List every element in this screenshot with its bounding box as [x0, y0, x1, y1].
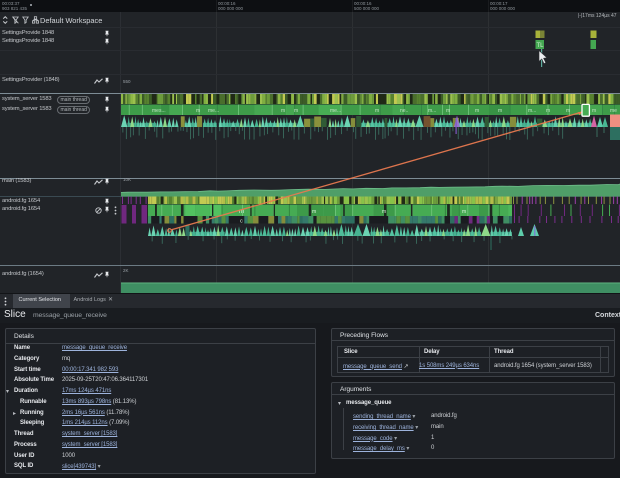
svg-text:m...: m... [528, 108, 536, 114]
svg-text:m: m [462, 209, 466, 215]
svg-text:m: m [546, 108, 550, 114]
svg-text:m: m [382, 209, 386, 215]
svg-text:m: m [475, 108, 479, 114]
svg-text:m: m [566, 108, 570, 114]
svg-text:me...: me... [208, 108, 219, 114]
svg-text:c: c [240, 219, 243, 225]
svg-text:me: me [610, 108, 617, 114]
svg-text:m: m [281, 108, 285, 114]
svg-text:m...: m... [428, 108, 436, 114]
svg-text:m: m [375, 108, 379, 114]
svg-text:TL: TL [537, 43, 545, 49]
svg-text:me...: me... [330, 108, 341, 114]
svg-text:m: m [196, 108, 200, 114]
svg-text:m: m [446, 108, 450, 114]
svg-text:m: m [294, 108, 298, 114]
svg-text:m: m [498, 108, 502, 114]
svg-text:m: m [592, 108, 596, 114]
svg-text:mes...: mes... [152, 108, 166, 114]
svg-text:m: m [312, 209, 316, 215]
svg-text:ne..: ne.. [400, 108, 408, 114]
